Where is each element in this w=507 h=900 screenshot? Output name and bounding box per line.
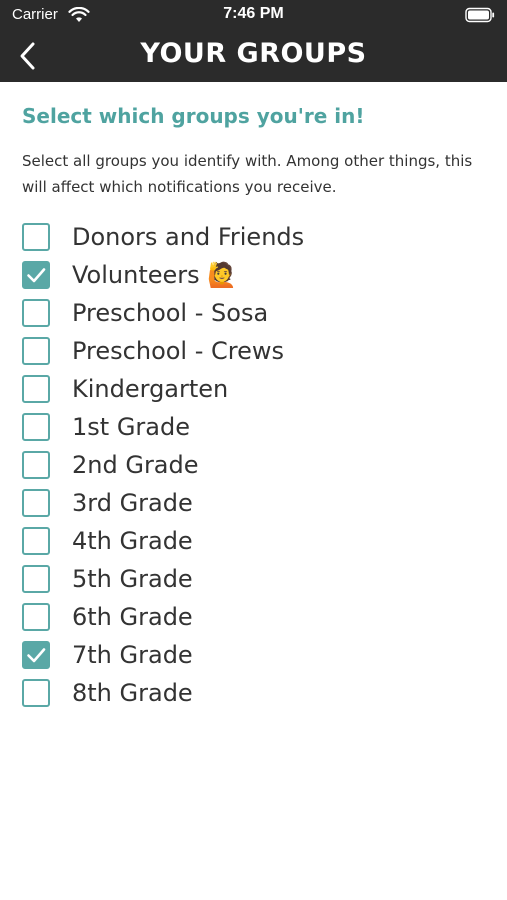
group-item[interactable]: Preschool - Crews (22, 332, 492, 370)
status-bar: Carrier 7:46 PM (0, 0, 507, 30)
section-description: Select all groups you identify with. Amo… (22, 152, 473, 196)
screen: Carrier 7:46 PM YOUR GROUPS Select which… (0, 0, 507, 900)
section-heading: Select which groups you're in! (22, 104, 365, 128)
group-checkbox[interactable] (22, 679, 50, 707)
group-item[interactable]: 7th Grade (22, 636, 492, 674)
group-label: Preschool - Sosa (72, 299, 269, 327)
group-checkbox[interactable] (22, 375, 50, 403)
group-label: Preschool - Crews (72, 337, 285, 365)
group-checkbox[interactable] (22, 299, 50, 327)
group-checkbox[interactable] (22, 565, 50, 593)
group-item[interactable]: Volunteers 🙋 (22, 256, 492, 294)
group-label: Volunteers 🙋 (72, 261, 238, 289)
group-label: Donors and Friends (72, 223, 305, 251)
group-checkbox[interactable] (22, 603, 50, 631)
page-title: YOUR GROUPS (140, 38, 367, 69)
group-checkbox[interactable] (22, 527, 50, 555)
group-checkbox[interactable] (22, 489, 50, 517)
group-item[interactable]: 2nd Grade (22, 446, 492, 484)
group-item[interactable]: 5th Grade (22, 560, 492, 598)
group-label: 8th Grade (72, 679, 193, 707)
group-item[interactable]: 1st Grade (22, 408, 492, 446)
checkmark-icon (27, 648, 46, 663)
group-item[interactable]: 8th Grade (22, 674, 492, 712)
checkmark-icon (27, 268, 46, 283)
group-item[interactable]: Donors and Friends (22, 218, 492, 256)
group-checkbox[interactable] (22, 223, 50, 251)
group-item[interactable]: 3rd Grade (22, 484, 492, 522)
group-label: 6th Grade (72, 603, 193, 631)
status-time: 7:46 PM (223, 5, 284, 22)
group-label: 4th Grade (72, 527, 193, 555)
battery-icon (465, 7, 495, 23)
group-list: Donors and Friends Volunteers 🙋 Preschool … (22, 218, 492, 712)
group-label: 5th Grade (72, 565, 193, 593)
group-item[interactable]: 6th Grade (22, 598, 492, 636)
group-checkbox[interactable] (22, 337, 50, 365)
group-checkbox[interactable] (22, 261, 50, 289)
group-label: 7th Grade (72, 641, 193, 669)
group-label: 2nd Grade (72, 451, 199, 479)
group-label: 3rd Grade (72, 489, 193, 517)
group-item[interactable]: Kindergarten (22, 370, 492, 408)
group-label: Kindergarten (72, 375, 229, 403)
group-checkbox[interactable] (22, 641, 50, 669)
group-checkbox[interactable] (22, 451, 50, 479)
main-content: Select which groups you're in! Select al… (22, 104, 492, 712)
group-item[interactable]: 4th Grade (22, 522, 492, 560)
group-label: 1st Grade (72, 413, 190, 441)
top-bar: Carrier 7:46 PM YOUR GROUPS (0, 0, 507, 82)
group-checkbox[interactable] (22, 413, 50, 441)
group-item[interactable]: Preschool - Sosa (22, 294, 492, 332)
